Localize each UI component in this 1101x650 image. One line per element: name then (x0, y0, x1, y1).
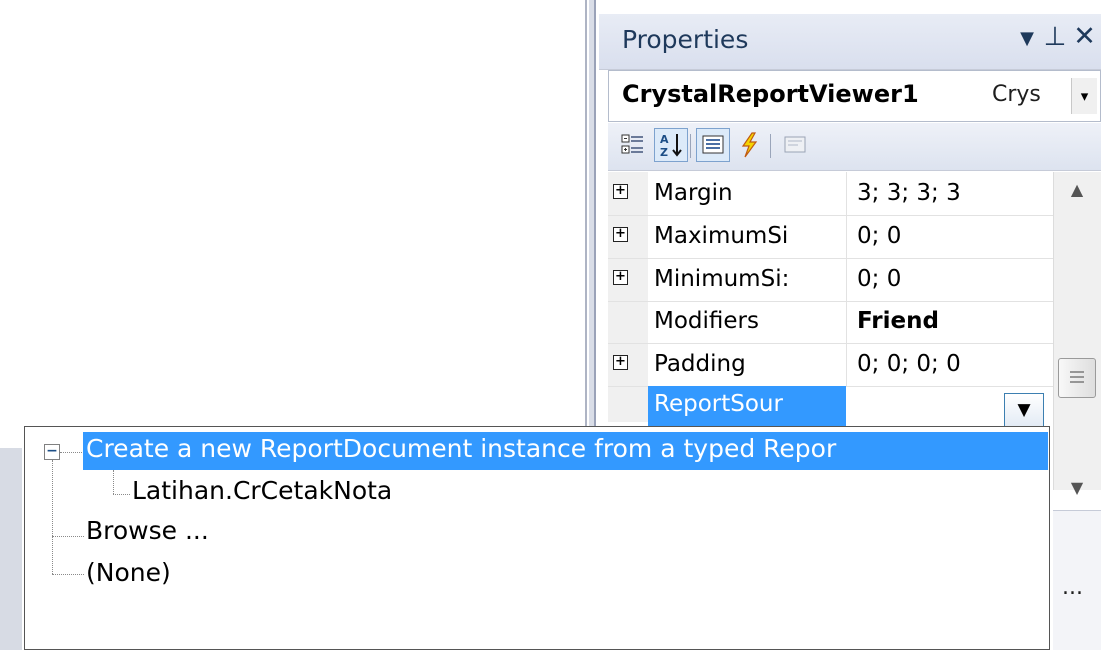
scroll-down-icon[interactable]: ▼ (1053, 470, 1101, 506)
value-dropdown-button[interactable]: ▼ (1004, 393, 1044, 427)
auto-hide-pin-icon[interactable]: ⊥ (1040, 20, 1070, 54)
tree-item-latihan-crcetaknota[interactable]: Latihan.CrCetakNota (132, 476, 392, 505)
column-divider (846, 215, 847, 259)
properties-icon[interactable] (696, 128, 730, 162)
column-divider (846, 343, 847, 387)
alphabetical-icon[interactable]: AZ (654, 128, 688, 162)
property-name: MaximumSi (654, 223, 789, 249)
property-value[interactable]: Friend (857, 308, 1047, 334)
property-pages-icon[interactable] (778, 128, 812, 162)
tree-item-browse[interactable]: Browse ... (86, 516, 209, 545)
property-value[interactable]: 0; 0 (857, 266, 1047, 292)
expand-icon[interactable]: + (613, 355, 628, 370)
tree-item-none[interactable]: (None) (86, 558, 171, 587)
categorized-icon[interactable] (616, 128, 650, 162)
tree-connector (52, 460, 53, 574)
object-dropdown-icon[interactable]: ▾ (1071, 78, 1097, 114)
property-name-selected: ReportSour (654, 391, 783, 417)
property-value[interactable]: 0; 0 (857, 223, 1047, 249)
designer-border (0, 448, 22, 650)
tree-item-label: Create a new ReportDocument instance fro… (86, 434, 837, 463)
events-icon[interactable] (732, 128, 766, 162)
property-name: Margin (654, 180, 733, 206)
scroll-up-icon[interactable]: ▲ (1053, 172, 1101, 208)
toolbar-separator (770, 134, 771, 158)
property-name: MinimumSi: (654, 266, 790, 292)
column-divider (846, 172, 847, 216)
property-name: Modifiers (654, 308, 759, 334)
scroll-grip-icon (1070, 371, 1084, 383)
vertical-scrollbar[interactable] (1053, 172, 1101, 490)
column-divider (846, 300, 847, 344)
collapse-icon[interactable]: − (44, 444, 60, 460)
close-icon[interactable]: ✕ (1068, 20, 1101, 54)
tree-connector (113, 470, 114, 494)
window-position-dropdown-icon[interactable]: ▼ (1011, 23, 1043, 55)
svg-text:A: A (660, 133, 669, 146)
expand-icon[interactable]: + (613, 270, 628, 285)
tree-connector (60, 452, 82, 453)
object-type: Crys (992, 82, 1041, 107)
expand-icon[interactable]: + (613, 227, 628, 242)
column-divider (846, 258, 847, 302)
property-name: Padding (654, 351, 746, 377)
tree-connector (113, 494, 130, 495)
panel-title: Properties (622, 25, 749, 54)
object-name: CrystalReportViewer1 (622, 80, 919, 108)
tree-connector (52, 536, 84, 537)
property-value[interactable]: 0; 0; 0; 0 (857, 351, 1047, 377)
toolbar-separator (690, 134, 691, 158)
description-ellipsis: ... (1062, 575, 1083, 600)
svg-text:Z: Z (660, 146, 668, 159)
property-value[interactable]: 3; 3; 3; 3 (857, 180, 1047, 206)
expand-icon[interactable]: + (613, 184, 628, 199)
tree-connector (52, 574, 84, 575)
